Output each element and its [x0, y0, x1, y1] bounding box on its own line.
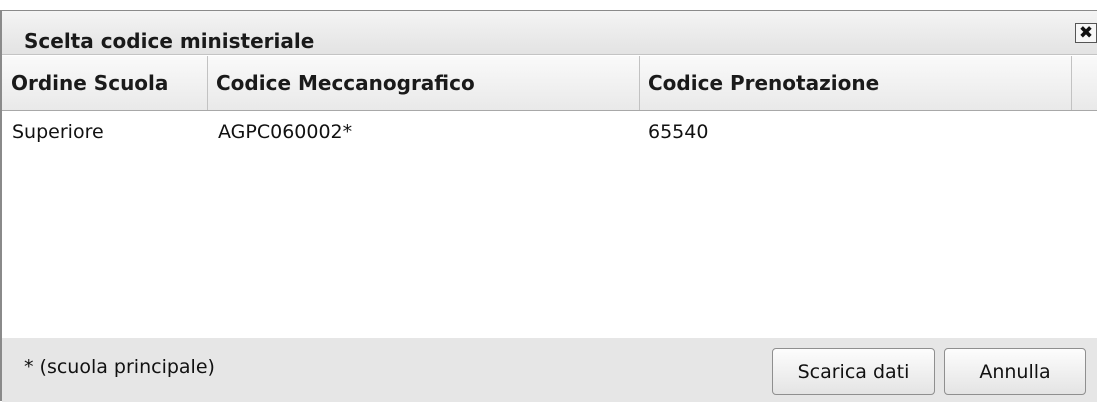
- column-header-codice-prenotazione[interactable]: Codice Prenotazione: [640, 56, 1072, 110]
- cell-codice-prenotazione: 65540: [648, 121, 709, 143]
- dialog-footer: * (scuola principale) Scarica dati Annul…: [2, 338, 1097, 402]
- download-data-button[interactable]: Scarica dati: [772, 348, 935, 395]
- main-school-note: * (scuola principale): [24, 356, 215, 378]
- table-row[interactable]: Superiore AGPC060002* 65540: [2, 119, 1097, 149]
- column-header-extra[interactable]: [1072, 56, 1097, 110]
- cell-codice-meccanografico: AGPC060002*: [218, 121, 353, 143]
- cancel-button[interactable]: Annulla: [944, 348, 1086, 395]
- dialog-title: Scelta codice ministeriale: [24, 29, 315, 53]
- column-header-codice-meccanografico[interactable]: Codice Meccanografico: [208, 56, 640, 110]
- table-body: Superiore AGPC060002* 65540: [2, 111, 1097, 348]
- column-header-ordine-scuola[interactable]: Ordine Scuola: [2, 56, 208, 110]
- close-icon[interactable]: ✖: [1075, 23, 1097, 43]
- school-code-dialog: Scelta codice ministeriale ✖ Ordine Scuo…: [0, 10, 1097, 402]
- dialog-titlebar[interactable]: Scelta codice ministeriale ✖: [2, 11, 1097, 55]
- table-header: Ordine Scuola Codice Meccanografico Codi…: [2, 56, 1097, 111]
- cell-ordine-scuola: Superiore: [12, 121, 104, 143]
